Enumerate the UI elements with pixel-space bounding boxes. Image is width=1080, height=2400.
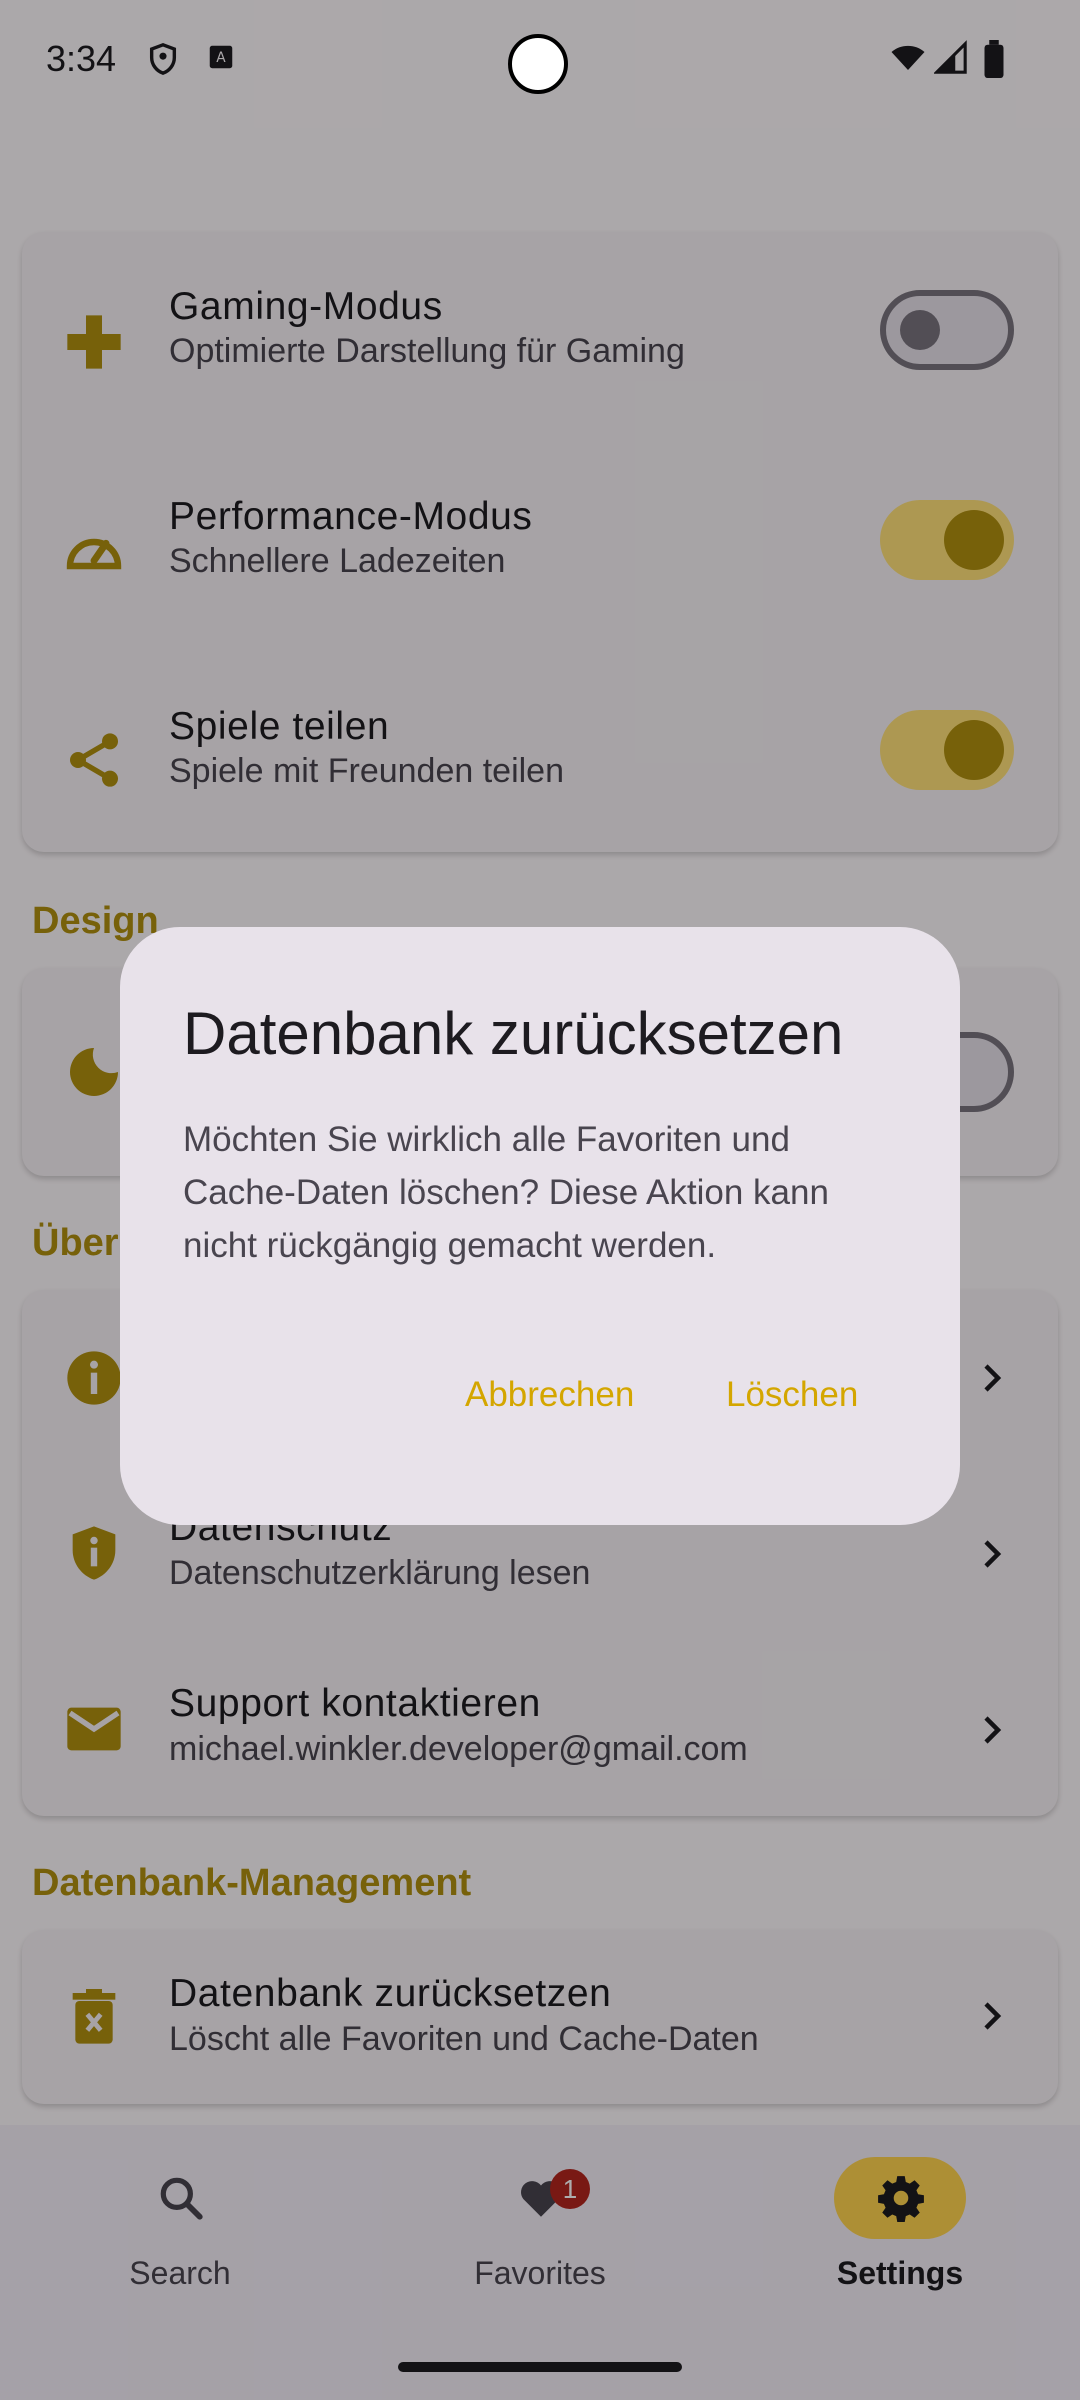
delete-button[interactable]: Löschen xyxy=(726,1375,858,1415)
dialog-message: Möchten Sie wirklich alle Favoriten und … xyxy=(183,1120,829,1265)
dialog-title: Datenbank zurücksetzen xyxy=(183,1000,844,1067)
reset-database-dialog: Datenbank zurücksetzen Möchten Sie wirkl… xyxy=(120,927,960,1525)
camera-cutout xyxy=(508,34,568,94)
settings-screen: 3:34 A Gaming-Modus Optimierte Darstellu… xyxy=(0,0,1080,2400)
cancel-button[interactable]: Abbrechen xyxy=(465,1375,634,1415)
